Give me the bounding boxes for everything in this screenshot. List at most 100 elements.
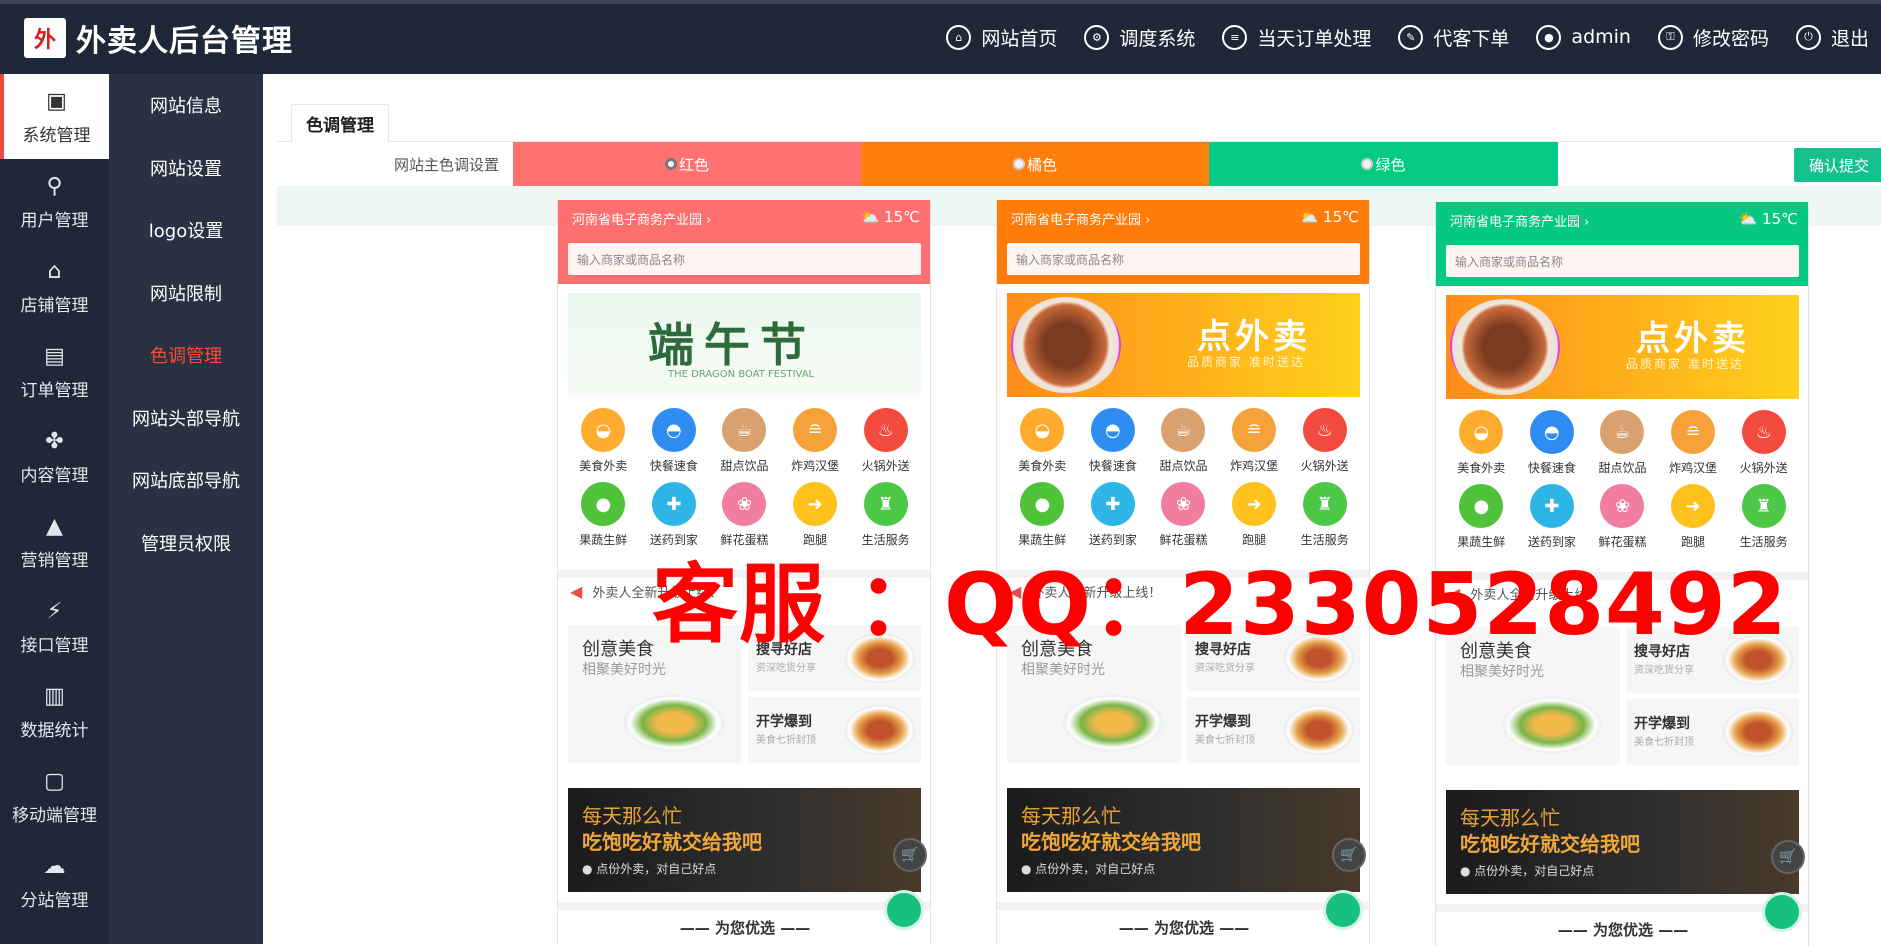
color-option-2[interactable]: 绿色 [1209, 142, 1558, 186]
topnav-item-4[interactable]: ● admin [1536, 24, 1631, 50]
color-option-0[interactable]: 红色 [513, 142, 861, 186]
category-item[interactable]: ◒ 美食外卖 [1007, 404, 1078, 478]
category-item[interactable]: ❀ 鲜花蛋糕 [709, 478, 780, 552]
card-creative-food[interactable]: 创意美食 相聚美好时光 [1446, 627, 1620, 765]
chat-icon[interactable] [884, 890, 924, 930]
card-s2[interactable]: 开学爆到 美食七折封顶 [748, 697, 921, 763]
card-title: 创意美食 [582, 639, 654, 660]
category-item[interactable]: ✚ 送药到家 [1078, 478, 1149, 552]
category-item[interactable]: ☕ 甜点饮品 [709, 404, 780, 478]
confirm-submit-button[interactable]: 确认提交 [1794, 148, 1881, 182]
sidebar-item-4[interactable]: ✤ 内容管理 [0, 414, 109, 499]
category-item[interactable]: ● 果蔬生鲜 [1007, 478, 1078, 552]
sidebar-item-1[interactable]: ⚲ 用户管理 [0, 159, 109, 244]
chat-icon[interactable] [1762, 892, 1802, 932]
category-item[interactable]: ✚ 送药到家 [639, 478, 710, 552]
location-label[interactable]: 河南省电子商务产业园 › [1450, 211, 1589, 230]
search-input[interactable]: 输入商家或商品名称 [1446, 245, 1799, 277]
submenu-item-4[interactable]: 色调管理 [109, 324, 263, 387]
category-item[interactable]: ❀ 鲜花蛋糕 [1148, 478, 1219, 552]
category-item[interactable]: ♨ 火锅外送 [850, 404, 921, 478]
category-item[interactable]: ♜ 生活服务 [1289, 478, 1360, 552]
topnav-item-2[interactable]: ≡ 当天订单处理 [1222, 24, 1371, 51]
category-item[interactable]: ❀ 鲜花蛋糕 [1587, 480, 1658, 554]
category-item[interactable]: ◓ 快餐速食 [1078, 404, 1149, 478]
sidebar-item-9[interactable]: ☁ 分站管理 [0, 839, 109, 924]
cart-icon[interactable]: 🛒 [1332, 838, 1366, 872]
chat-icon[interactable] [1323, 890, 1363, 930]
category-item[interactable]: ◓ 快餐速食 [1517, 406, 1588, 480]
color-radio[interactable] [664, 158, 677, 170]
sidebar-item-0[interactable]: ▣ 系统管理 [0, 74, 109, 159]
location-label[interactable]: 河南省电子商务产业园 › [572, 209, 711, 228]
cart-icon[interactable]: 🛒 [1771, 840, 1805, 874]
category-item[interactable]: ☕ 甜点饮品 [1587, 406, 1658, 480]
category-item[interactable]: ≘ 炸鸡汉堡 [1219, 404, 1290, 478]
notice-text: 外卖人全新升级上线！ [592, 585, 723, 601]
color-radio[interactable] [1012, 158, 1025, 170]
notice-bar[interactable]: ◀ 外卖人全新升级上线！ [1436, 572, 1808, 606]
submenu-item-2[interactable]: logo设置 [109, 199, 263, 262]
recommend-heading: —— 为您优选 —— [1436, 904, 1808, 946]
card-s2[interactable]: 开学爆到 美食七折封顶 [1626, 699, 1799, 765]
card-s1[interactable]: 搜寻好店 资深吃货分享 [1626, 627, 1799, 693]
top-nav: ⌂ 网站首页 ⚙ 调度系统 ≡ 当天订单处理 ✎ 代客下单 ● admin ⚿ 修改密码 ⏻ 退出 [919, 0, 1869, 74]
submenu-item-0[interactable]: 网站信息 [109, 74, 263, 137]
sidebar-item-3[interactable]: ▤ 订单管理 [0, 329, 109, 414]
sidebar-item-7[interactable]: ▥ 数据统计 [0, 669, 109, 754]
color-option-1[interactable]: 橘色 [861, 142, 1209, 186]
submenu-item-7[interactable]: 管理员权限 [109, 512, 263, 575]
category-item[interactable]: ◒ 美食外卖 [1446, 406, 1517, 480]
sidebar-item-5[interactable]: ▲ 营销管理 [0, 499, 109, 584]
submenu-item-3[interactable]: 网站限制 [109, 262, 263, 325]
promo-banner[interactable]: 点外卖 品质商家 准时送达 [1007, 293, 1360, 397]
power-icon: ⏻ [1795, 24, 1821, 50]
category-item[interactable]: ✚ 送药到家 [1517, 480, 1588, 554]
promo-text: 吃饱吃好就交给我吧 [1460, 832, 1640, 856]
category-item[interactable]: ◓ 快餐速食 [639, 404, 710, 478]
search-input[interactable]: 输入商家或商品名称 [568, 243, 921, 275]
submenu-item-1[interactable]: 网站设置 [109, 137, 263, 200]
category-item[interactable]: ♜ 生活服务 [850, 478, 921, 552]
search-input[interactable]: 输入商家或商品名称 [1007, 243, 1360, 275]
card-s2[interactable]: 开学爆到 美食七折封顶 [1187, 697, 1360, 763]
card-s1[interactable]: 搜寻好店 资深吃货分享 [748, 625, 921, 691]
promo-banner[interactable]: 点外卖 品质商家 准时送达 [1446, 295, 1799, 399]
submenu-item-6[interactable]: 网站底部导航 [109, 449, 263, 512]
color-radio[interactable] [1361, 158, 1374, 170]
category-item[interactable]: ♨ 火锅外送 [1289, 404, 1360, 478]
category-item[interactable]: ☕ 甜点饮品 [1148, 404, 1219, 478]
tab-color-management[interactable]: 色调管理 [291, 104, 389, 143]
promo-card[interactable]: 每天那么忙 吃饱吃好就交给我吧 ● 点份外卖，对自己好点 🛒 [568, 788, 927, 892]
location-label[interactable]: 河南省电子商务产业园 › [1011, 209, 1150, 228]
category-item[interactable]: ● 果蔬生鲜 [1446, 480, 1517, 554]
category-item[interactable]: ➜ 跑腿 [1219, 478, 1290, 552]
topnav-item-0[interactable]: ⌂ 网站首页 [946, 24, 1057, 51]
topnav-item-1[interactable]: ⚙ 调度系统 [1084, 24, 1195, 51]
notice-bar[interactable]: ◀ 外卖人全新升级上线！ [997, 570, 1369, 604]
app-logo[interactable]: 外 [24, 18, 66, 58]
notice-bar[interactable]: ◀ 外卖人全新升级上线！ [558, 570, 930, 604]
card-creative-food[interactable]: 创意美食 相聚美好时光 [1007, 625, 1181, 763]
promo-banner[interactable]: 端午节 THE DRAGON BOAT FESTIVAL [568, 293, 921, 397]
category-item[interactable]: ➜ 跑腿 [780, 478, 851, 552]
sidebar-item-6[interactable]: ⚡ 接口管理 [0, 584, 109, 669]
category-item[interactable]: ♨ 火锅外送 [1728, 406, 1799, 480]
category-item[interactable]: ◒ 美食外卖 [568, 404, 639, 478]
category-item[interactable]: ≘ 炸鸡汉堡 [1658, 406, 1729, 480]
sidebar-item-2[interactable]: ⌂ 店铺管理 [0, 244, 109, 329]
cart-icon[interactable]: 🛒 [893, 838, 927, 872]
category-item[interactable]: ➜ 跑腿 [1658, 480, 1729, 554]
topnav-item-6[interactable]: ⏻ 退出 [1795, 24, 1869, 51]
card-creative-food[interactable]: 创意美食 相聚美好时光 [568, 625, 742, 763]
category-item[interactable]: ● 果蔬生鲜 [568, 478, 639, 552]
promo-card[interactable]: 每天那么忙 吃饱吃好就交给我吧 ● 点份外卖，对自己好点 🛒 [1007, 788, 1366, 892]
promo-card[interactable]: 每天那么忙 吃饱吃好就交给我吧 ● 点份外卖，对自己好点 🛒 [1446, 790, 1805, 894]
topnav-item-3[interactable]: ✎ 代客下单 [1398, 24, 1509, 51]
category-item[interactable]: ♜ 生活服务 [1728, 480, 1799, 554]
submenu-item-5[interactable]: 网站头部导航 [109, 387, 263, 450]
sidebar-item-8[interactable]: ▢ 移动端管理 [0, 754, 109, 839]
topnav-item-5[interactable]: ⚿ 修改密码 [1657, 24, 1769, 51]
category-item[interactable]: ≘ 炸鸡汉堡 [780, 404, 851, 478]
card-s1[interactable]: 搜寻好店 资深吃货分享 [1187, 625, 1360, 691]
